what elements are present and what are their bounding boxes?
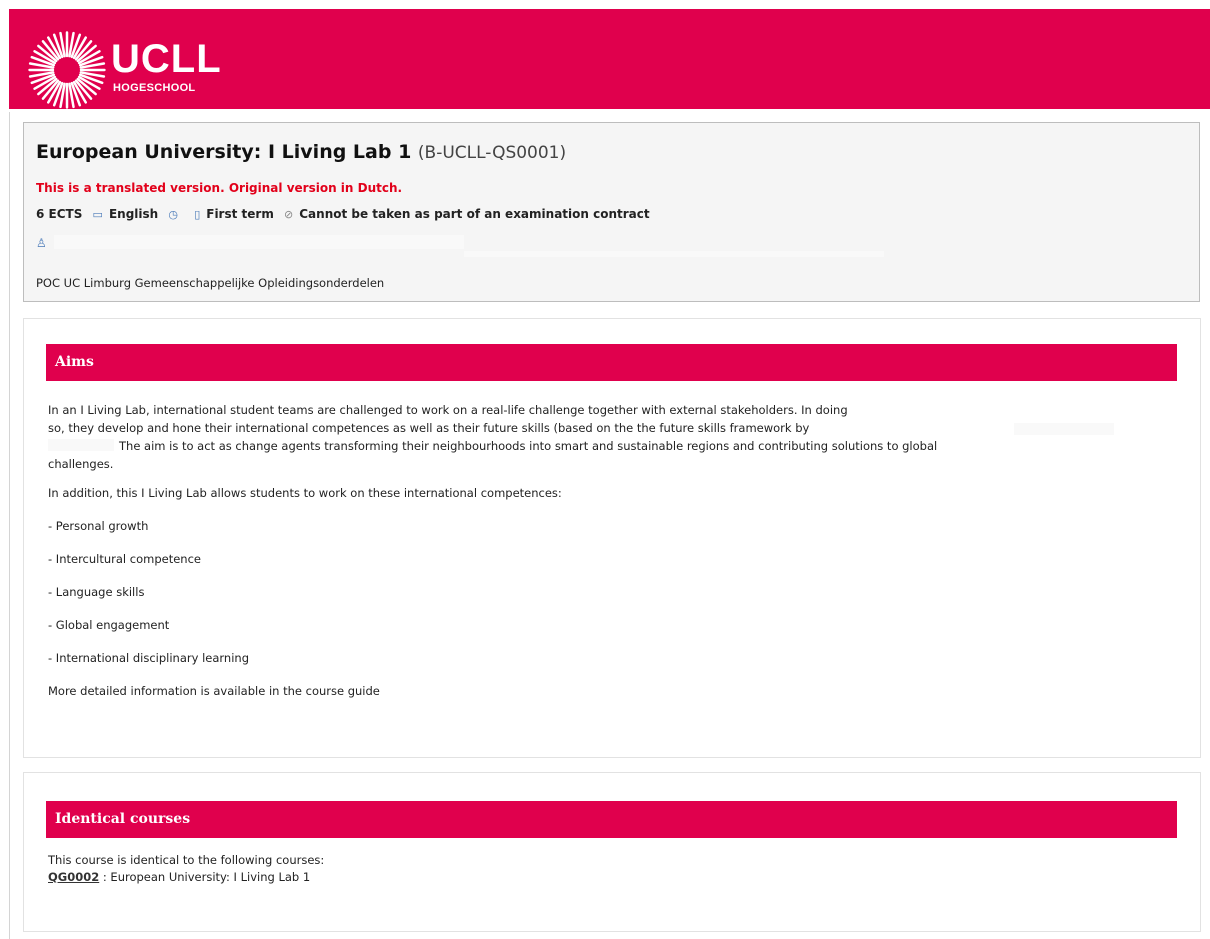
ects-value: 6 ECTS — [36, 207, 83, 221]
redacted-coordinator-2 — [464, 251, 884, 257]
identical-courses-title: Identical courses — [55, 811, 191, 827]
course-name: European University: I Living Lab 1 — [36, 141, 412, 163]
calendar-icon: ▯ — [194, 208, 201, 221]
identical-course-link[interactable]: QG0002 — [48, 870, 99, 884]
faculty-name: POC UC Limburg Gemeenschappelijke Opleid… — [36, 276, 385, 290]
aims-line: In an I Living Lab, international studen… — [48, 403, 848, 417]
competence-item: - International disciplinary learning — [48, 651, 249, 665]
aims-line: so, they develop and hone their internat… — [48, 421, 810, 435]
course-code: (B-UCLL-QS0001) — [417, 143, 567, 163]
speech-bubble-icon: ▭ — [92, 208, 103, 221]
identical-courses-section: Identical courses This course is identic… — [23, 772, 1201, 932]
aims-line: challenges. — [48, 457, 114, 471]
identical-course-row: QG0002 : European University: I Living L… — [48, 870, 310, 884]
more-info-text: More detailed information is available i… — [48, 684, 380, 698]
ucll-logo[interactable]: UCLL HOGESCHOOL — [28, 31, 238, 111]
identical-intro: This course is identical to the followin… — [48, 853, 325, 867]
term-value: First term — [206, 207, 274, 221]
course-meta: 6 ECTS ▭ English ◷ ▯ First term ⊘ Cannot be… — [36, 207, 650, 221]
identical-course-name: European University: I Living Lab 1 — [110, 870, 311, 884]
identical-course-separator: : — [99, 870, 111, 884]
aims-section: Aims In an I Living Lab, international s… — [23, 318, 1201, 758]
aims-intro: In addition, this I Living Lab allows st… — [48, 486, 562, 500]
sunburst-logo-icon — [28, 31, 106, 109]
redacted-reference — [1014, 423, 1114, 435]
aims-line: The aim is to act as change agents trans… — [119, 439, 938, 453]
translation-notice: This is a translated version. Original v… — [36, 181, 403, 195]
competence-item: - Global engagement — [48, 618, 170, 632]
competence-item: - Personal growth — [48, 519, 149, 533]
aims-title: Aims — [55, 354, 94, 370]
page-left-rule — [9, 112, 10, 939]
identical-courses-header: Identical courses — [46, 801, 1177, 838]
site-banner: UCLL HOGESCHOOL — [9, 9, 1210, 109]
person-icon: ♙ — [36, 236, 47, 250]
course-header: European University: I Living Lab 1 (B-U… — [23, 122, 1200, 302]
logo-title: UCLL — [111, 37, 222, 81]
competence-item: - Language skills — [48, 585, 145, 599]
aims-header: Aims — [46, 344, 1177, 381]
redacted-coordinator — [54, 235, 464, 249]
language-value: English — [108, 207, 159, 221]
logo-subtitle: HOGESCHOOL — [113, 82, 196, 94]
course-title: European University: I Living Lab 1 (B-U… — [36, 141, 566, 163]
forbidden-icon: ⊘ — [284, 208, 294, 221]
clock-icon: ◷ — [168, 208, 178, 221]
exam-contract-value: Cannot be taken as part of an examinatio… — [299, 207, 650, 221]
redacted-reference-2 — [48, 439, 114, 451]
competence-item: - Intercultural competence — [48, 552, 201, 566]
